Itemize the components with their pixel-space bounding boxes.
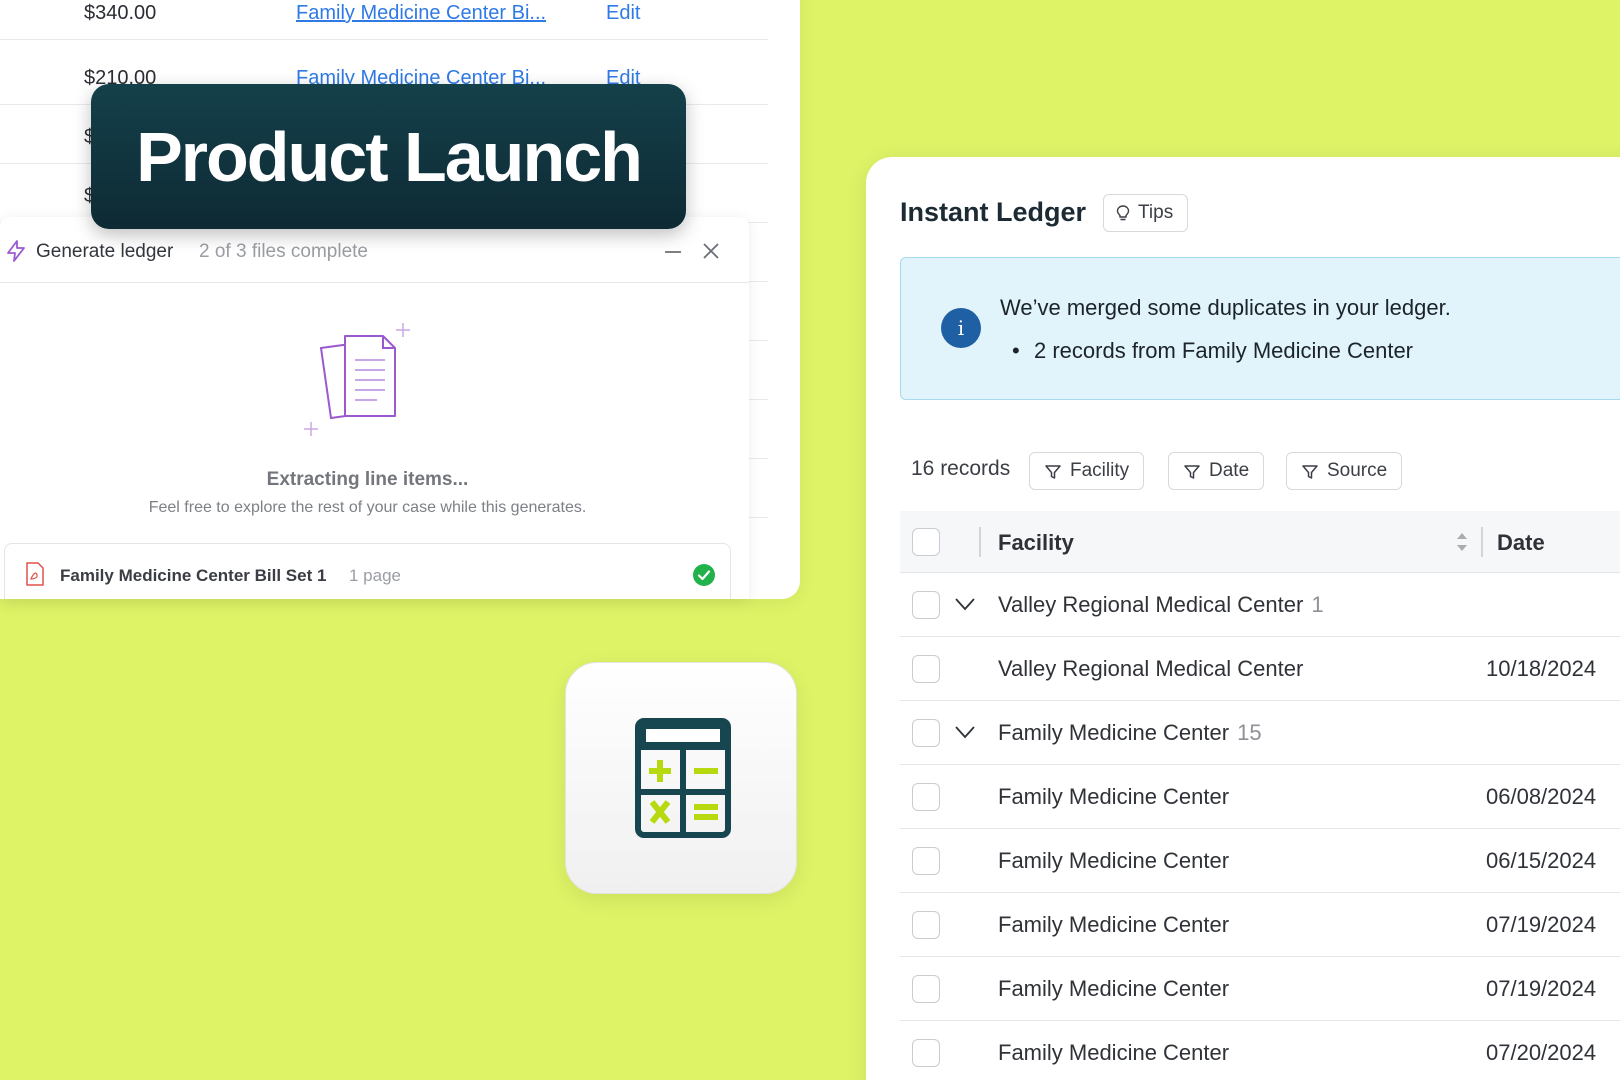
date-cell: 07/19/2024 <box>1486 912 1597 937</box>
facility-cell: Valley Regional Medical Center 1 <box>998 592 1324 618</box>
filter-icon <box>1184 465 1200 479</box>
calculator-app-tile <box>565 662 797 894</box>
table-row[interactable]: Family Medicine Center 06/15/2024 <box>900 829 1620 893</box>
table-row: $340.00 Family Medicine Center Bi... Edi… <box>0 0 768 40</box>
progress-text: 2 of 3 files complete <box>199 241 368 262</box>
column-header-facility[interactable]: Facility <box>998 530 1074 556</box>
duplicates-alert: i We’ve merged some duplicates in your l… <box>900 257 1620 400</box>
filter-icon <box>1302 465 1318 479</box>
table-row[interactable]: Family Medicine Center 06/08/2024 <box>900 765 1620 829</box>
row-checkbox[interactable] <box>912 783 940 811</box>
date-cell: 10/18/2024 <box>1486 656 1597 681</box>
column-divider[interactable] <box>979 527 981 557</box>
alert-title: We’ve merged some duplicates in your led… <box>1000 295 1451 320</box>
instant-ledger-panel: Instant Ledger Tips i We’ve merged some … <box>866 157 1620 1080</box>
calculator-icon <box>635 718 731 838</box>
date-cell: 07/20/2024 <box>1486 1040 1597 1065</box>
file-item[interactable]: Family Medicine Center Bill Set 1 1 page <box>4 543 731 599</box>
facility-cell: Family Medicine Center <box>998 784 1230 809</box>
row-checkbox[interactable] <box>912 655 940 683</box>
alert-bullet: • <box>1012 338 1020 363</box>
filter-icon <box>1045 465 1061 479</box>
file-page-count: 1 page <box>349 566 401 585</box>
facility-cell: Family Medicine Center <box>998 1040 1230 1065</box>
filter-label: Source <box>1327 460 1388 481</box>
source-link[interactable]: Family Medicine Center Bi... <box>296 2 546 25</box>
date-cell: 06/15/2024 <box>1486 848 1597 873</box>
group-count: 15 <box>1237 720 1262 745</box>
check-circle-icon <box>693 564 715 586</box>
row-checkbox[interactable] <box>912 1039 940 1067</box>
facility-cell: Valley Regional Medical Center <box>998 656 1304 681</box>
date-cell: 07/19/2024 <box>1486 976 1597 1001</box>
pdf-icon <box>26 562 44 586</box>
filter-source-button[interactable]: Source <box>1286 452 1403 490</box>
group-count: 1 <box>1311 592 1324 617</box>
row-checkbox[interactable] <box>912 911 940 939</box>
page-title: Instant Ledger <box>900 197 1087 227</box>
badge-text: Product Launch <box>136 117 643 196</box>
filter-label: Facility <box>1070 460 1130 481</box>
column-divider[interactable] <box>1481 527 1483 557</box>
record-count: 16 records <box>911 457 1011 480</box>
table-row[interactable]: Family Medicine Center 07/19/2024 <box>900 893 1620 957</box>
date-cell: 06/08/2024 <box>1486 784 1597 809</box>
select-all-checkbox[interactable] <box>912 528 940 556</box>
group-row[interactable]: Valley Regional Medical Center 1 <box>900 573 1620 637</box>
generate-ledger-panel: Generate ledger 2 of 3 files complete Ex… <box>0 217 749 599</box>
amount-cell: $340.00 <box>84 2 157 24</box>
file-name: Family Medicine Center Bill Set 1 <box>60 566 327 585</box>
document-illustration <box>304 323 410 436</box>
row-checkbox[interactable] <box>912 591 940 619</box>
close-icon[interactable] <box>700 240 722 262</box>
tips-button[interactable]: Tips <box>1103 194 1189 232</box>
info-icon: i <box>941 308 981 348</box>
facility-cell: Family Medicine Center <box>998 976 1230 1001</box>
status-text: Extracting line items... <box>266 469 469 490</box>
table-row[interactable]: Family Medicine Center 07/19/2024 <box>900 957 1620 1021</box>
row-checkbox[interactable] <box>912 975 940 1003</box>
facility-name: Family Medicine Center <box>998 720 1230 745</box>
table-row[interactable]: Valley Regional Medical Center 10/18/202… <box>900 637 1620 701</box>
facility-cell: Family Medicine Center <box>998 848 1230 873</box>
row-checkbox[interactable] <box>912 847 940 875</box>
column-header-date[interactable]: Date <box>1497 530 1545 556</box>
lightbulb-icon <box>1116 205 1130 221</box>
row-checkbox[interactable] <box>912 719 940 747</box>
facility-cell: Family Medicine Center 15 <box>998 720 1262 746</box>
filter-facility-button[interactable]: Facility <box>1029 452 1145 490</box>
alert-item: 2 records from Family Medicine Center <box>1034 338 1414 363</box>
facility-cell: Family Medicine Center <box>998 912 1230 937</box>
filter-date-button[interactable]: Date <box>1168 452 1265 490</box>
chevron-down-icon[interactable] <box>954 595 976 613</box>
sort-icon[interactable] <box>1455 529 1469 555</box>
tips-label: Tips <box>1138 202 1174 223</box>
facility-name: Valley Regional Medical Center <box>998 592 1304 617</box>
group-row[interactable]: Family Medicine Center 15 <box>900 701 1620 765</box>
product-launch-badge: Product Launch <box>91 84 686 229</box>
table-row[interactable]: Family Medicine Center 07/20/2024 <box>900 1021 1620 1080</box>
hint-text: Feel free to explore the rest of your ca… <box>148 499 587 516</box>
panel-title: Generate ledger <box>36 241 174 262</box>
edit-link[interactable]: Edit <box>606 2 640 25</box>
filter-label: Date <box>1209 460 1250 481</box>
table-header: Facility Date <box>900 511 1620 573</box>
chevron-down-icon[interactable] <box>954 723 976 741</box>
bolt-icon <box>7 240 25 262</box>
minimize-icon[interactable] <box>662 241 684 263</box>
